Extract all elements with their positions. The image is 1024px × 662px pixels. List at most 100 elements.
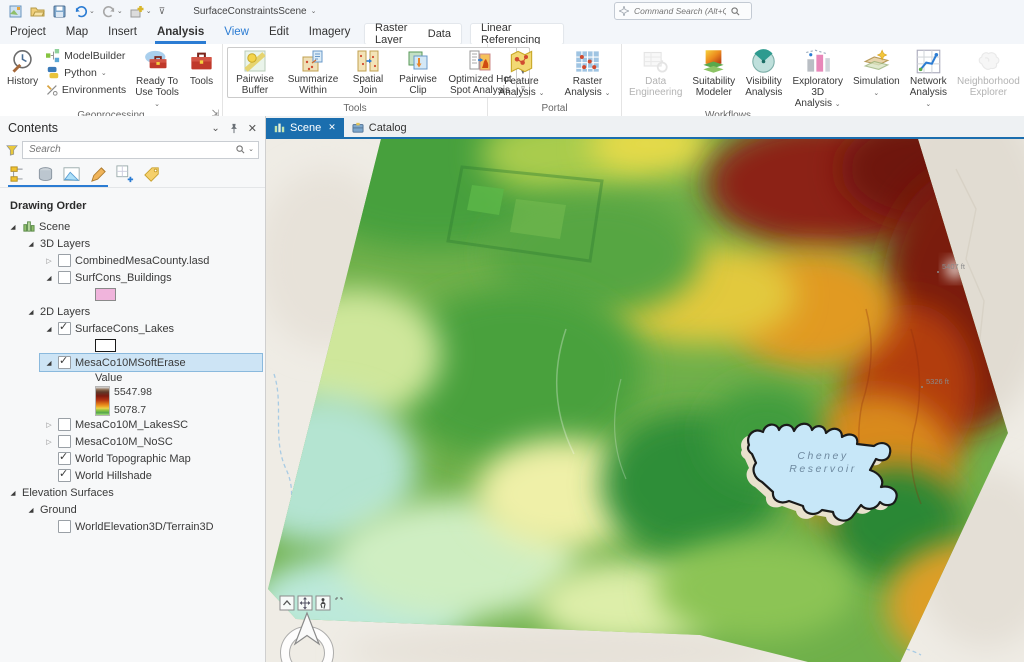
python-button[interactable]: Python ⌄ bbox=[43, 65, 129, 81]
expander-icon[interactable]: ◢ bbox=[26, 506, 36, 514]
feature-analysis-button[interactable]: Feature Analysis ⌄ bbox=[493, 47, 551, 99]
contents-search[interactable]: ⌄ bbox=[22, 141, 259, 159]
expander-icon[interactable]: ◢ bbox=[44, 274, 54, 282]
tab-imagery[interactable]: Imagery bbox=[299, 22, 361, 44]
expander-icon[interactable]: ◢ bbox=[44, 359, 54, 367]
tree-item-mesaco10m-lakessc[interactable]: ▷ MesaCo10M_LakesSC bbox=[0, 416, 265, 433]
layer-checkbox[interactable] bbox=[58, 520, 71, 533]
customize-quick-access-button[interactable]: ⊽ bbox=[157, 6, 168, 17]
pairwise-buffer-button[interactable]: Pairwise Buffer bbox=[228, 48, 282, 97]
tree-item-surfacecons-lakes[interactable]: ◢ SurfaceCons_Lakes bbox=[0, 320, 265, 337]
contents-search-input[interactable] bbox=[27, 143, 233, 156]
close-view-icon[interactable]: ✕ bbox=[328, 122, 336, 133]
pairwise-clip-button[interactable]: Pairwise Clip bbox=[392, 48, 444, 97]
expand-navigator-button[interactable] bbox=[280, 596, 294, 610]
add-data-button[interactable]: ⌄ bbox=[128, 3, 154, 20]
tree-item-3d-layers[interactable]: ◢ 3D Layers bbox=[0, 235, 265, 252]
tree-item-world-topographic-map[interactable]: World Topographic Map bbox=[0, 450, 265, 467]
expander-icon[interactable]: ▷ bbox=[44, 257, 54, 265]
tree-item-scene[interactable]: ◢ Scene bbox=[0, 218, 265, 235]
buildings-symbol-swatch[interactable] bbox=[95, 288, 116, 301]
button-label: Suitability Modeler bbox=[692, 76, 735, 98]
summarize-within-button[interactable]: Summarize Within bbox=[282, 48, 344, 97]
tree-item-mesaco10m-nosc[interactable]: ▷ MesaCo10M_NoSC bbox=[0, 433, 265, 450]
tab-map[interactable]: Map bbox=[56, 22, 98, 44]
layer-checkbox[interactable] bbox=[58, 435, 71, 448]
tab-view[interactable]: View bbox=[214, 22, 259, 44]
filter-icon[interactable] bbox=[6, 144, 18, 156]
command-search[interactable] bbox=[614, 2, 752, 20]
button-label: Data Engineering bbox=[629, 76, 682, 98]
tree-item-world-hillshade[interactable]: World Hillshade bbox=[0, 467, 265, 484]
tree-item-worldelevation3d[interactable]: WorldElevation3D/Terrain3D bbox=[0, 518, 265, 535]
new-project-button[interactable] bbox=[6, 3, 25, 20]
layer-checkbox[interactable] bbox=[58, 469, 71, 482]
layer-checkbox[interactable] bbox=[58, 356, 71, 369]
dropdown-arrow-icon[interactable]: ⌄ bbox=[89, 8, 95, 15]
tree-item-combinedmesacounty[interactable]: ▷ CombinedMesaCounty.lasd bbox=[0, 252, 265, 269]
tab-data[interactable]: Data bbox=[426, 28, 461, 40]
tab-project[interactable]: Project bbox=[0, 22, 56, 44]
lake-label-line2: Reservoir bbox=[789, 463, 856, 475]
expander-icon[interactable]: ◢ bbox=[26, 308, 36, 316]
save-project-button[interactable] bbox=[50, 3, 69, 20]
simulation-button[interactable]: Simulation ⌄ bbox=[850, 47, 903, 99]
project-menu-arrow-icon[interactable]: ⌄ bbox=[311, 8, 317, 15]
view-tab-catalog[interactable]: Catalog bbox=[344, 118, 415, 137]
ready-to-use-tools-button[interactable]: Ready To Use Tools ⌄ bbox=[131, 47, 183, 110]
undo-button[interactable]: ⌄ bbox=[72, 3, 97, 19]
network-analysis-button[interactable]: Network Analysis ⌄ bbox=[907, 47, 950, 110]
search-options-arrow-icon[interactable]: ⌄ bbox=[248, 146, 254, 153]
list-by-data-source-icon[interactable] bbox=[37, 166, 54, 183]
tree-item-ground[interactable]: ◢ Ground bbox=[0, 501, 265, 518]
suitability-modeler-button[interactable]: Suitability Modeler bbox=[689, 47, 738, 99]
layer-checkbox[interactable] bbox=[58, 271, 71, 284]
list-by-editing-icon[interactable] bbox=[90, 166, 107, 183]
layer-checkbox[interactable] bbox=[58, 254, 71, 267]
dropdown-arrow-icon[interactable]: ⌄ bbox=[146, 8, 152, 15]
spatial-join-button[interactable]: Spatial Join bbox=[344, 48, 392, 97]
pin-icon[interactable] bbox=[229, 123, 239, 134]
view-tab-scene[interactable]: Scene ✕ bbox=[266, 118, 344, 137]
tab-linear-referencing[interactable]: Linear Referencing bbox=[471, 22, 563, 46]
button-label: Pairwise Buffer bbox=[236, 74, 274, 96]
redo-button[interactable]: ⌄ bbox=[100, 3, 125, 19]
list-by-snapping-icon[interactable] bbox=[116, 165, 134, 183]
expander-icon[interactable]: ▷ bbox=[44, 438, 54, 446]
tab-raster-layer[interactable]: Raster Layer bbox=[365, 22, 426, 46]
layer-checkbox[interactable] bbox=[58, 418, 71, 431]
command-search-input[interactable] bbox=[632, 5, 728, 17]
lakes-symbol-swatch[interactable] bbox=[95, 339, 116, 352]
exploratory-3d-analysis-button[interactable]: Exploratory 3D Analysis ⌄ bbox=[789, 47, 846, 110]
tab-analysis[interactable]: Analysis bbox=[147, 22, 214, 44]
expander-icon[interactable]: ◢ bbox=[8, 223, 18, 231]
pane-menu-arrow-icon[interactable]: ⌄ bbox=[211, 123, 219, 134]
contextual-tab-group-raster: Raster Layer Data bbox=[364, 23, 462, 45]
expander-icon[interactable]: ◢ bbox=[26, 240, 36, 248]
tab-insert[interactable]: Insert bbox=[98, 22, 147, 44]
tree-item-mesaco10msofterase[interactable]: ◢ MesaCo10MSoftErase bbox=[40, 354, 262, 371]
expander-icon[interactable]: ▷ bbox=[44, 421, 54, 429]
dropdown-arrow-icon[interactable]: ⌄ bbox=[117, 8, 123, 15]
tree-item-2d-layers[interactable]: ◢ 2D Layers bbox=[0, 303, 265, 320]
expander-icon[interactable]: ◢ bbox=[8, 489, 18, 497]
raster-analysis-button[interactable]: Raster Analysis ⌄ bbox=[559, 47, 617, 99]
tree-item-surfcons-buildings[interactable]: ◢ SurfCons_Buildings bbox=[0, 269, 265, 286]
open-project-button[interactable] bbox=[28, 3, 47, 20]
list-by-labeling-icon[interactable] bbox=[143, 166, 161, 183]
layer-checkbox[interactable] bbox=[58, 322, 71, 335]
layer-checkbox[interactable] bbox=[58, 452, 71, 465]
list-by-drawing-order-icon[interactable] bbox=[10, 166, 28, 183]
tools-button[interactable]: Tools bbox=[185, 47, 218, 88]
modelbuilder-button[interactable]: ModelBuilder bbox=[43, 48, 129, 64]
list-by-selection-icon[interactable] bbox=[63, 166, 81, 183]
history-button[interactable]: History bbox=[4, 47, 41, 88]
tree-item-elevation-surfaces[interactable]: ◢ Elevation Surfaces bbox=[0, 484, 265, 501]
tab-edit[interactable]: Edit bbox=[259, 22, 299, 44]
close-pane-icon[interactable]: ✕ bbox=[248, 122, 257, 135]
scene-3d-view[interactable]: Cheney Reservoir 5407 ft 5326 ft bbox=[266, 139, 1024, 662]
environments-button[interactable]: Environments bbox=[43, 82, 129, 98]
visibility-analysis-button[interactable]: Visibility Analysis bbox=[742, 47, 785, 99]
expander-icon[interactable]: ◢ bbox=[44, 325, 54, 333]
exploratory-3d-analysis-icon bbox=[804, 48, 831, 75]
